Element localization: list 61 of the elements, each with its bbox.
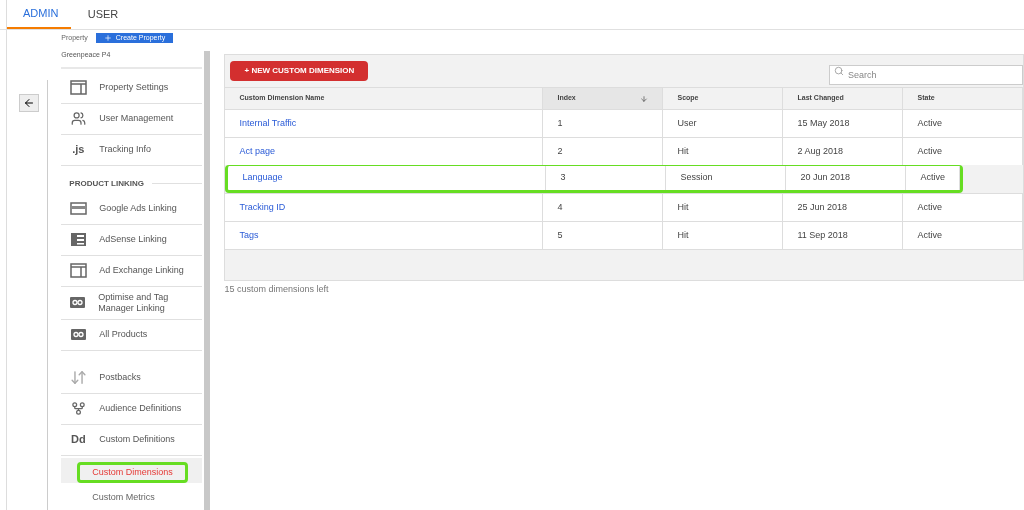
sidebar-item[interactable]: Tracking Info: [99, 139, 151, 160]
sidebar-item[interactable]: Postbacks: [99, 367, 141, 388]
new-dimension-button[interactable]: + NEW CUSTOM DIMENSION: [230, 61, 369, 81]
sidebar-item[interactable]: User Management: [99, 108, 174, 129]
table-cell: Session: [680, 171, 713, 185]
glyph-icon: .js: [72, 141, 85, 158]
table-cell-text: Active: [917, 200, 942, 214]
sidebar-subitem[interactable]: Custom Metrics: [77, 487, 170, 509]
table-cell-text: User: [677, 116, 697, 130]
table-cell-text: 1: [557, 116, 563, 130]
glyph-icon: Dd: [70, 431, 86, 448]
table-cell-text: Hit: [677, 228, 689, 242]
back-button[interactable]: [18, 94, 39, 112]
dimension-link[interactable]: Internal Traffic: [239, 116, 297, 131]
sidebar-item[interactable]: Optimise and Tag Manager Linking: [98, 291, 203, 314]
table-cell-text: 15 May 2018: [797, 116, 850, 130]
section-heading: PRODUCT LINKING: [69, 177, 144, 190]
table-cell-text: 25 Jun 2018: [797, 200, 848, 214]
link-icon: [69, 327, 87, 342]
table-cell: 20 Jun 2018: [800, 171, 851, 185]
columns-icon: [69, 232, 87, 247]
arrows-icon: [69, 369, 87, 386]
table-cell-text: 2 Aug 2018: [797, 144, 844, 158]
panel-layout-icon: [69, 80, 87, 95]
link-icon: [69, 295, 87, 310]
users-icon: [69, 111, 87, 126]
sidebar-item[interactable]: Property Settings: [99, 77, 169, 98]
search-field[interactable]: Search: [829, 65, 1023, 85]
sidebar-item[interactable]: Custom Definitions: [99, 429, 175, 450]
back-arrow-icon: [22, 97, 35, 109]
remaining-count: 15 custom dimensions left: [224, 283, 330, 296]
sidebar-item[interactable]: Ad Exchange Linking: [99, 260, 184, 281]
fork-icon: [69, 401, 87, 416]
table-cell-text: Active: [917, 228, 942, 242]
sidebar-item[interactable]: Audience Definitions: [99, 398, 182, 419]
table-cell: 3: [560, 171, 566, 185]
table-cell-text: 5: [557, 228, 563, 242]
panel-layout-icon: [69, 263, 87, 278]
table-cell-text: 2: [557, 144, 563, 158]
table-cell-text: Hit: [677, 144, 689, 158]
dimension-link[interactable]: Tags: [239, 228, 259, 243]
sidebar-item[interactable]: AdSense Linking: [99, 229, 167, 250]
dimension-link[interactable]: Language: [242, 171, 283, 185]
dimension-link[interactable]: Tracking ID: [239, 200, 286, 215]
banner-icon: [69, 201, 87, 216]
table-cell-text: Hit: [677, 200, 689, 214]
table-cell-text: 4: [557, 200, 563, 214]
dimension-link[interactable]: Act page: [239, 144, 275, 159]
sidebar-subitem[interactable]: Custom Dimensions: [77, 461, 188, 483]
table-cell-text: Active: [917, 144, 942, 158]
table-cell-text: 11 Sep 2018: [797, 228, 848, 242]
search-icon: [834, 66, 844, 76]
sidebar-item[interactable]: Google Ads Linking: [99, 198, 177, 219]
table-cell-text: Active: [917, 116, 942, 130]
sidebar-item[interactable]: All Products: [99, 324, 148, 345]
scrollbar[interactable]: [204, 51, 211, 510]
tab[interactable]: ADMIN: [7, 0, 71, 29]
plus-icon: [103, 34, 112, 42]
table-cell: Active: [920, 171, 945, 185]
tab[interactable]: USER: [71, 0, 135, 29]
sort-arrow-icon: [640, 94, 649, 103]
